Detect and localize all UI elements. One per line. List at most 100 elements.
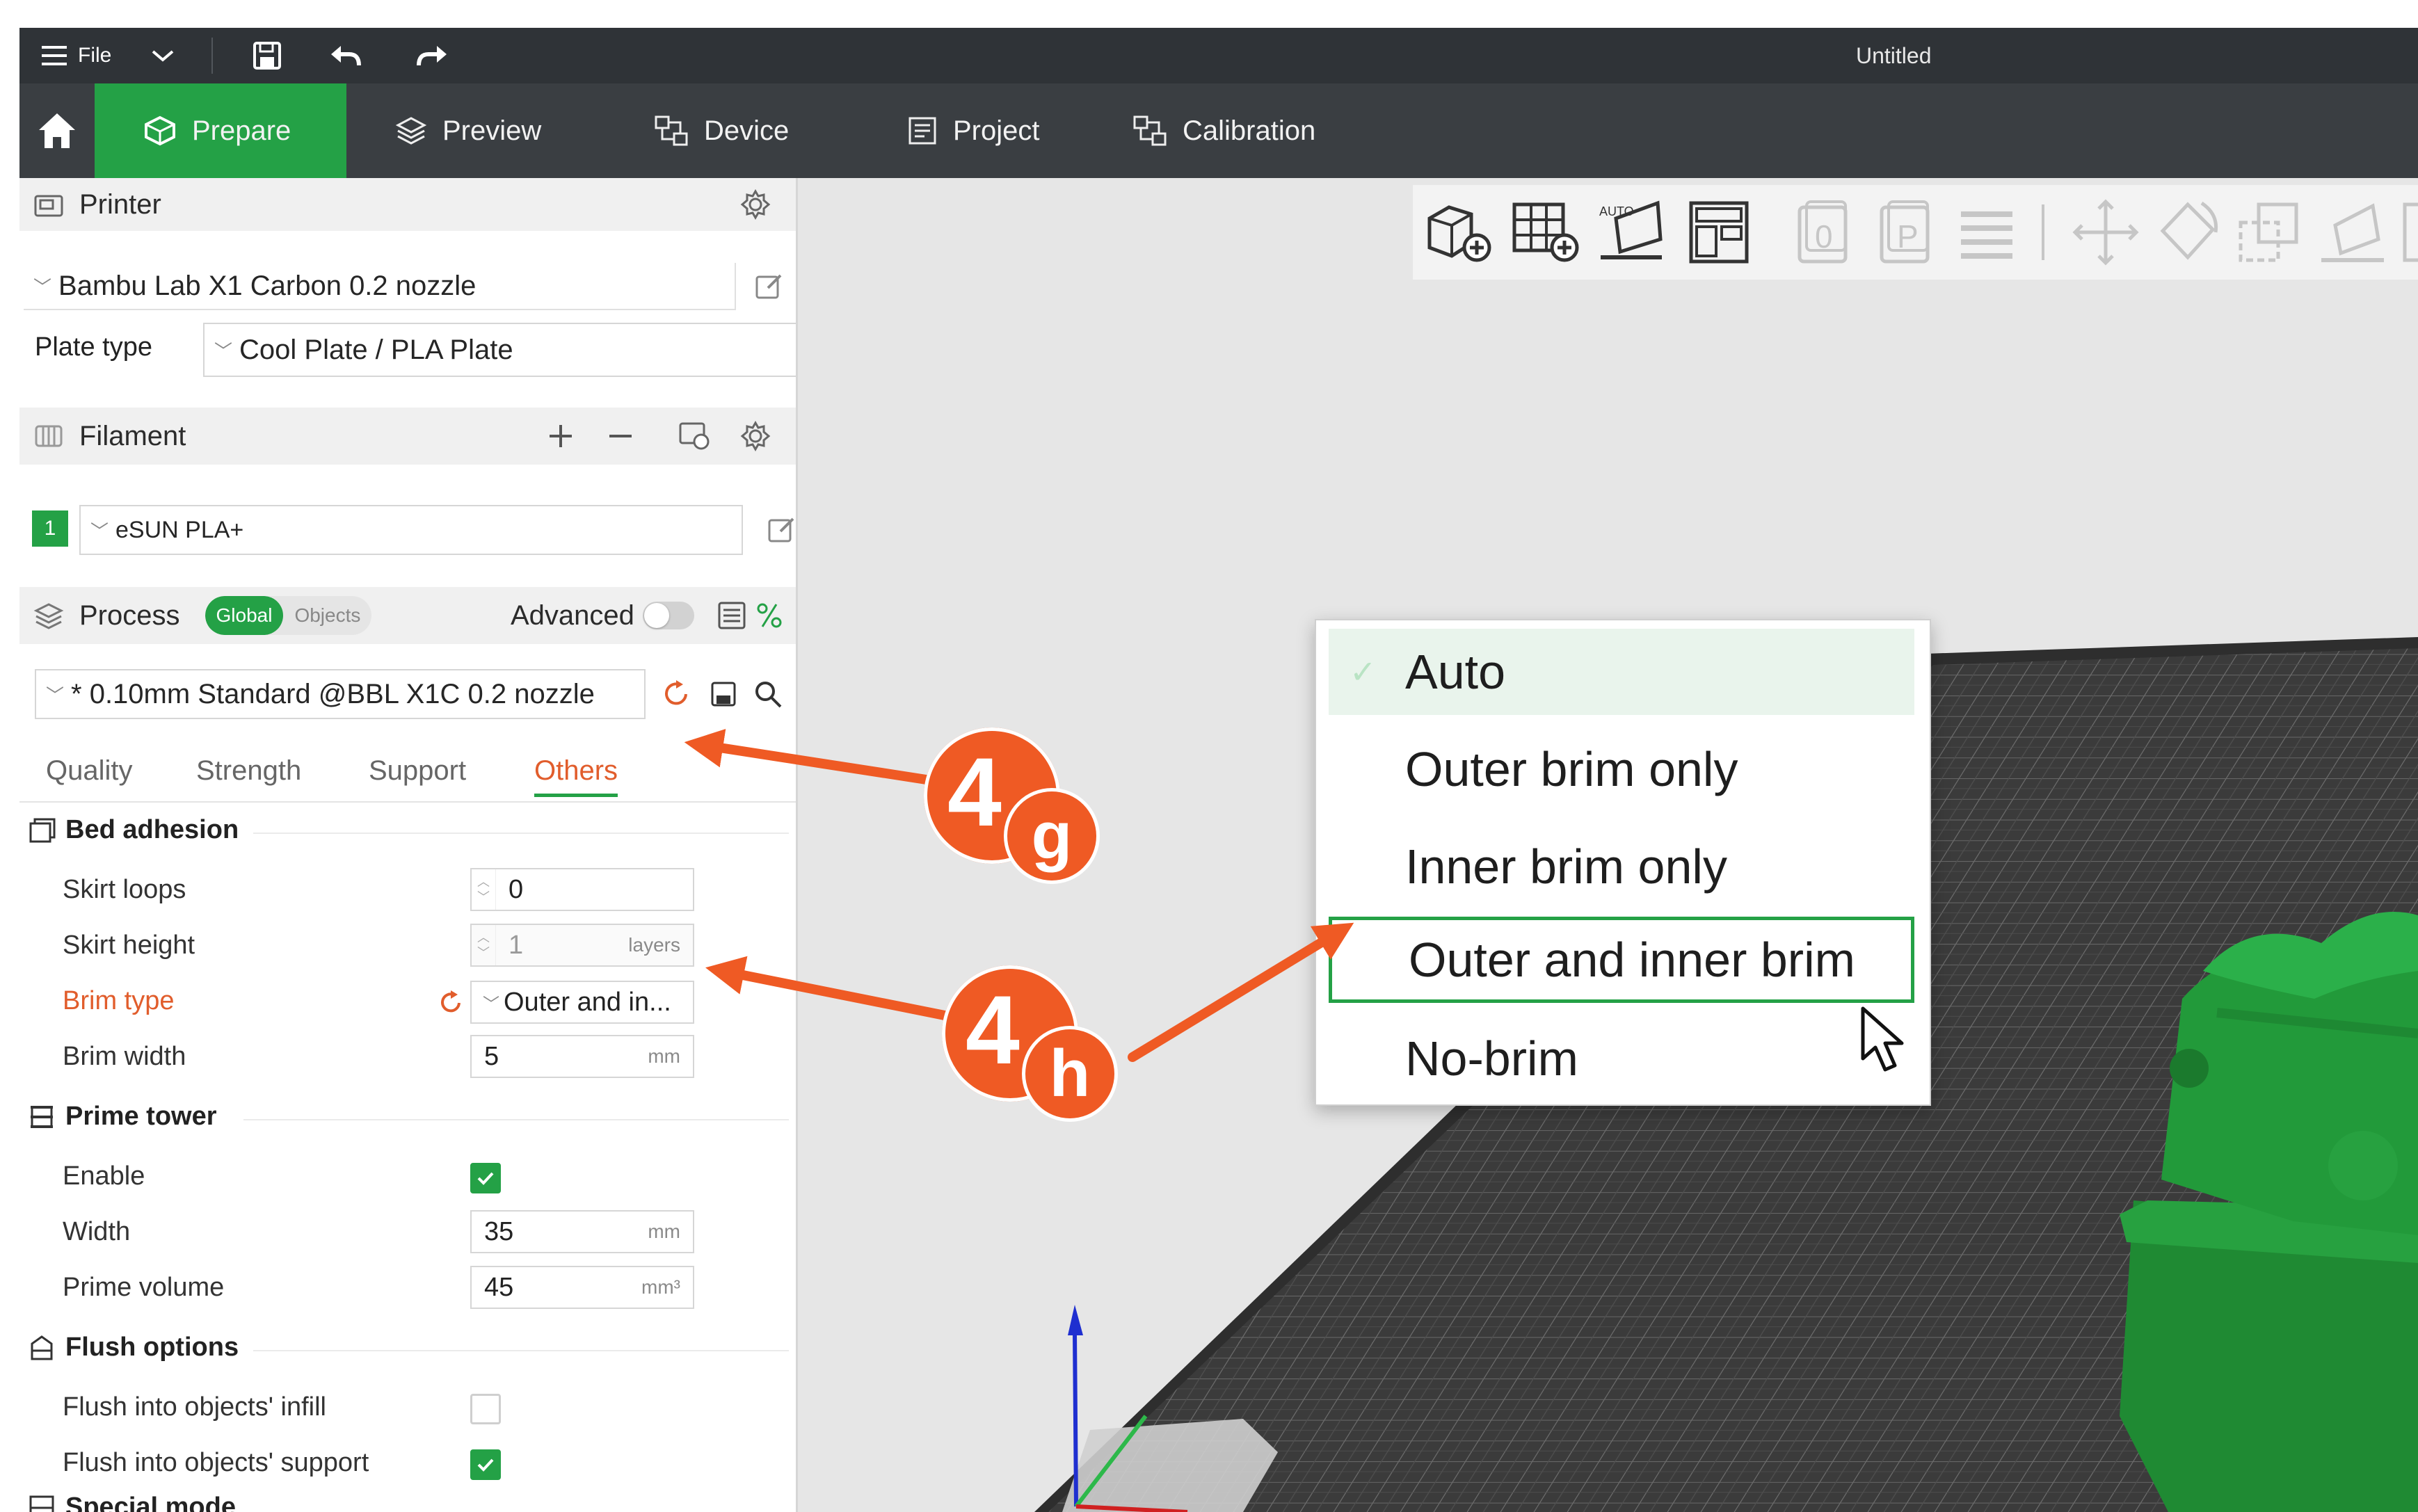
tab-strength[interactable]: Strength: [196, 740, 301, 801]
viewport-toolbar: AUTO 0 P: [1413, 185, 2418, 280]
home-button[interactable]: [19, 83, 95, 178]
reset-icon[interactable]: [661, 679, 691, 709]
file-menu[interactable]: File: [40, 28, 111, 83]
add-icon[interactable]: [547, 422, 575, 450]
brim-width-input[interactable]: 5 mm: [470, 1035, 694, 1078]
divider: [243, 1119, 789, 1120]
move-icon[interactable]: [2071, 198, 2140, 267]
brim-option-none[interactable]: No-brim: [1329, 1015, 1914, 1102]
scope-global[interactable]: Global: [205, 596, 284, 635]
compare-icon[interactable]: [754, 600, 785, 631]
save-button[interactable]: [252, 28, 282, 83]
process-tabs: Quality Strength Support Others: [19, 740, 796, 801]
prime-tower-icon: [31, 1105, 53, 1128]
tab-prepare[interactable]: Prepare: [95, 83, 346, 178]
brim-option-outer[interactable]: Outer brim only: [1329, 726, 1914, 812]
reset-icon[interactable]: [437, 989, 465, 1017]
plate-name-icon[interactable]: P: [1875, 198, 1937, 267]
arrange-icon[interactable]: [1684, 198, 1754, 267]
check-icon: ✓: [1350, 654, 1377, 690]
flush-options-header: Flush options: [28, 1333, 239, 1362]
flush-options-title: Flush options: [65, 1333, 239, 1362]
brim-type-select[interactable]: ﹀ Outer and in...: [470, 981, 694, 1024]
filament-slot-swatch[interactable]: 1: [32, 510, 68, 547]
filament-preset-select[interactable]: ﹀ eSUN PLA+: [79, 505, 743, 555]
search-icon[interactable]: [753, 679, 783, 709]
bed-adhesion-header: Bed adhesion: [28, 815, 239, 845]
object-count-icon[interactable]: 0: [1793, 198, 1855, 267]
tab-quality[interactable]: Quality: [46, 740, 133, 801]
stepper-icon[interactable]: ︿ ﹀: [472, 869, 496, 910]
brim-option-inner-label: Inner brim only: [1405, 839, 1727, 894]
edit-icon[interactable]: [754, 271, 785, 302]
redo-button[interactable]: [416, 28, 449, 83]
prime-volume-unit: mm³: [641, 1276, 680, 1298]
save-icon: [253, 42, 281, 70]
checkmark-icon: [477, 1172, 494, 1185]
brim-type-dropdown: ✓ Auto Outer brim only Inner brim only O…: [1315, 619, 1931, 1106]
brim-type-value: Outer and in...: [504, 987, 671, 1017]
tab-device[interactable]: Device: [654, 83, 789, 178]
tab-calibration[interactable]: Calibration: [1132, 83, 1315, 178]
brim-option-auto[interactable]: ✓ Auto: [1329, 629, 1914, 715]
advanced-toggle[interactable]: [643, 602, 694, 629]
chevron-down-icon: ﹀: [483, 995, 499, 1014]
skirt-loops-input[interactable]: ︿ ﹀ 0: [470, 868, 694, 911]
undo-icon: [331, 46, 361, 66]
printer-section-header: Printer: [19, 178, 796, 231]
tab-preview-label: Preview: [442, 115, 542, 146]
gear-icon[interactable]: [740, 421, 771, 451]
prime-tower-width-input[interactable]: 35 mm: [470, 1210, 694, 1253]
scale-icon[interactable]: [2234, 198, 2303, 267]
tab-support[interactable]: Support: [369, 740, 466, 801]
rotate-icon[interactable]: [2153, 198, 2223, 267]
more-tools-icon[interactable]: [2401, 198, 2418, 267]
prime-tower-enable-checkbox[interactable]: [470, 1163, 501, 1193]
toolbar-divider: [211, 38, 213, 74]
skirt-height-value: 1: [509, 930, 524, 960]
flush-infill-checkbox[interactable]: [470, 1394, 501, 1424]
skirt-height-input[interactable]: ︿ ﹀ 1 layers: [470, 924, 694, 967]
brim-option-none-label: No-brim: [1405, 1031, 1578, 1086]
layers-toggle-icon[interactable]: [1955, 198, 2018, 267]
tab-others[interactable]: Others: [534, 740, 618, 801]
add-object-icon[interactable]: [1421, 198, 1496, 267]
printer-icon: [34, 195, 63, 217]
stepper-icon[interactable]: ︿ ﹀: [472, 925, 496, 965]
list-view-icon[interactable]: [716, 600, 747, 631]
prime-volume-input[interactable]: 45 mm³: [470, 1266, 694, 1309]
scope-objects[interactable]: Objects: [283, 596, 371, 635]
tab-preview[interactable]: Preview: [395, 83, 541, 178]
process-section-label: Process: [79, 600, 180, 631]
gear-icon[interactable]: [740, 189, 771, 220]
undo-button[interactable]: [328, 28, 362, 83]
divider: [253, 833, 789, 834]
process-preset-select[interactable]: ﹀ * 0.10mm Standard @BBL X1C 0.2 nozzle: [35, 669, 646, 719]
lay-on-face-icon[interactable]: [2317, 198, 2387, 267]
skirt-height-label: Skirt height: [63, 931, 195, 960]
brim-option-inner[interactable]: Inner brim only: [1329, 823, 1914, 910]
filament-section-header: Filament: [19, 408, 796, 465]
edit-icon[interactable]: [767, 515, 797, 545]
tab-project[interactable]: Project: [907, 83, 1040, 178]
add-plate-icon[interactable]: [1509, 198, 1584, 267]
plate-type-label: Plate type: [35, 332, 152, 362]
plate-type-select[interactable]: ﹀ Cool Plate / PLA Plate: [203, 323, 796, 377]
bed-adhesion-icon: [29, 818, 56, 842]
filament-preset-value: eSUN PLA+: [115, 516, 244, 543]
flush-support-checkbox[interactable]: [470, 1449, 501, 1480]
printer-preset-select[interactable]: ﹀ Bambu Lab X1 Carbon 0.2 nozzle: [24, 263, 736, 310]
file-menu-dropdown[interactable]: [150, 28, 175, 83]
filament-sync-icon[interactable]: [678, 421, 712, 451]
prime-volume-label: Prime volume: [63, 1273, 225, 1302]
auto-orient-icon[interactable]: AUTO: [1595, 198, 1670, 267]
remove-icon[interactable]: [607, 422, 634, 450]
brim-option-outer-and-inner[interactable]: Outer and inner brim: [1329, 917, 1914, 1003]
save-preset-icon[interactable]: [708, 679, 739, 709]
callout-4h-letter: h: [1025, 1029, 1114, 1118]
brim-width-value: 5: [484, 1041, 499, 1071]
device-icon: [655, 115, 688, 146]
prime-tower-width-unit: mm: [648, 1221, 680, 1242]
scope-toggle[interactable]: Global Objects: [205, 596, 372, 635]
callout-4h-number: 4: [966, 975, 1020, 1084]
